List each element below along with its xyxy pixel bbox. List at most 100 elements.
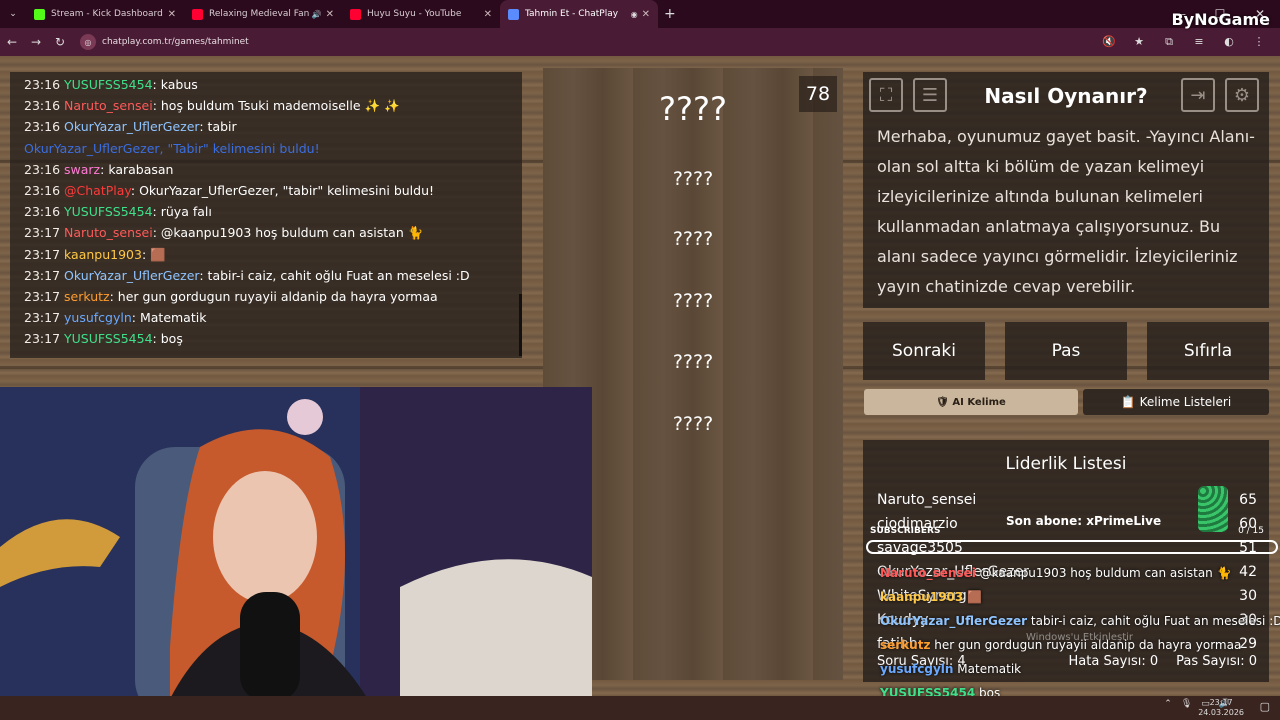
- chat-username[interactable]: @ChatPlay: [64, 183, 131, 198]
- overlay-chat-user: yusufcgyln: [880, 662, 954, 676]
- new-tab-button[interactable]: +: [664, 6, 676, 22]
- chat-username[interactable]: swarz: [64, 162, 100, 177]
- overlay-chat-line: kaanpu1903 🟫: [880, 586, 1280, 610]
- hidden-word: ????: [672, 351, 714, 373]
- mute-icon[interactable]: 🔇: [1094, 28, 1124, 56]
- browser-tab-bar: ⌄ Stream - Kick Dashboard ✕ Relaxing Medie…: [0, 0, 1280, 28]
- chat-text: tabir-i caiz, cahit oğlu Fuat an meseles…: [207, 267, 470, 283]
- overlay-chat-text: tabir-i caiz, cahit oğlu Fuat an meseles…: [1030, 614, 1280, 628]
- chat-text: tabir: [207, 119, 237, 135]
- settings-gear-icon[interactable]: ⚙: [1225, 78, 1259, 112]
- tab-close-icon[interactable]: ✕: [168, 9, 176, 20]
- url-text: chatplay.com.tr/games/tahminet: [102, 37, 249, 47]
- target-word: ????: [659, 90, 727, 128]
- mic-icon[interactable]: 🎙: [1181, 699, 1192, 709]
- chat-username[interactable]: OkurYazar_UflerGezer: [64, 119, 199, 134]
- overlay-chat-user: OkurYazar_UflerGezer: [880, 614, 1028, 628]
- how-to-play-panel: ⛶ ☰ Nasıl Oynanır? ⇥ ⚙ Merhaba, oyunumuz…: [863, 72, 1269, 308]
- chat-text: rüya falı: [160, 204, 212, 220]
- chat-text: hoş buldum Tsuki mademoiselle ✨ ✨: [160, 98, 400, 114]
- chat-text: OkurYazar_UflerGezer, "tabir" kelimesini…: [139, 183, 435, 199]
- clock-time: 23:17: [1209, 698, 1233, 707]
- tab-audio-icon[interactable]: 🔊: [312, 10, 322, 19]
- chat-username[interactable]: kaanpu1903: [64, 247, 142, 262]
- tab-favicon-icon: [350, 8, 361, 20]
- chevron-up-icon[interactable]: ⌃: [1164, 699, 1172, 709]
- reload-icon[interactable]: ↻: [48, 35, 72, 49]
- chat-username[interactable]: OkurYazar_UflerGezer, "Tabir" kelimesini…: [24, 141, 320, 156]
- tab-close-icon[interactable]: ✕: [326, 9, 334, 20]
- microphone: [240, 592, 300, 702]
- chat-message: 23:17 yusufcgyln: Matematik: [24, 310, 207, 326]
- chat-text: karabasan: [108, 161, 174, 177]
- exit-icon[interactable]: ⇥: [1181, 78, 1215, 112]
- browser-tab[interactable]: Stream - Kick Dashboard ✕: [26, 0, 184, 28]
- notification-icon[interactable]: ▢: [1260, 700, 1270, 713]
- windows-taskbar: ⌃ 🎙 ▭ 🔊 23:17 24.03.2026 ▢: [0, 696, 1280, 720]
- chat-username[interactable]: serkutz: [64, 289, 110, 304]
- chat-username[interactable]: YUSUFSS5454: [64, 77, 153, 92]
- plush-toy: [287, 399, 323, 435]
- chat-username[interactable]: Naruto_sensei: [64, 225, 153, 240]
- chat-message: 23:17 YUSUFSS5454: boş: [24, 331, 183, 347]
- chat-username[interactable]: yusufcgyln: [64, 310, 132, 325]
- word-lists-button[interactable]: 📋 Kelime Listeleri: [1083, 389, 1269, 415]
- chat-text: her gun gordugun ruyayii aldanip da hayr…: [117, 289, 438, 305]
- overlay-chat-user: serkutz: [880, 638, 931, 652]
- chat-username[interactable]: YUSUFSS5454: [64, 331, 153, 346]
- chat-message: 23:16 Naruto_sensei: hoş buldum Tsuki ma…: [24, 98, 400, 114]
- chat-message: 23:16 swarz: karabasan: [24, 161, 174, 177]
- chat-message: 23:16 YUSUFSS5454: kabus: [24, 77, 198, 92]
- subscriber-progress-bar: [866, 540, 1278, 554]
- overlay-chat-user: Naruto_sensei: [880, 566, 976, 580]
- tab-title: Relaxing Medieval Fantasy M: [209, 9, 309, 19]
- taskbar-clock[interactable]: 23:17 24.03.2026: [1198, 698, 1244, 718]
- chat-message: OkurYazar_UflerGezer, "Tabir" kelimesini…: [24, 138, 508, 159]
- tab-search-icon[interactable]: ⌄: [0, 0, 26, 28]
- browser-tab[interactable]: Tahmin Et - ChatPlay ◉ ✕: [500, 0, 658, 28]
- overlay-chat-text: @kaanpu1903 hoş buldum can asistan 🐈: [979, 566, 1232, 580]
- chat-username[interactable]: Naruto_sensei: [64, 98, 153, 113]
- playlist-icon[interactable]: ≡: [1184, 28, 1214, 56]
- tab-close-icon[interactable]: ✕: [484, 9, 492, 20]
- webcam-overlay: [0, 387, 592, 720]
- ai-word-button[interactable]: 🛡 AI Kelime: [864, 389, 1078, 415]
- extensions-icon[interactable]: ⧉: [1154, 28, 1184, 56]
- address-bar: ← → ↻ ◎ chatplay.com.tr/games/tahminet 🔇…: [0, 28, 1280, 56]
- chat-message: 23:16 OkurYazar_UflerGezer: tabir: [24, 119, 237, 135]
- back-icon[interactable]: ←: [0, 35, 24, 49]
- chat-username[interactable]: YUSUFSS5454: [64, 204, 153, 219]
- tab-close-icon[interactable]: ✕: [642, 9, 650, 20]
- tab-record-icon[interactable]: ◉: [631, 10, 638, 19]
- overlay-chat-user: kaanpu1903: [880, 590, 964, 604]
- chat-time: 23:16: [24, 98, 61, 114]
- chat-message: 23:16 @ChatPlay: OkurYazar_UflerGezer, "…: [24, 183, 435, 199]
- tab-title: Huyu Suyu - YouTube: [367, 9, 462, 19]
- browser-tab[interactable]: Relaxing Medieval Fantasy M🔊 ✕: [184, 0, 342, 28]
- url-field[interactable]: ◎ chatplay.com.tr/games/tahminet: [80, 34, 249, 50]
- hidden-word: ????: [672, 168, 714, 190]
- leaderboard-title: Liderlik Listesi: [1005, 454, 1127, 474]
- chat-text: Matematik: [139, 310, 207, 326]
- chat-username[interactable]: OkurYazar_UflerGezer: [64, 268, 199, 283]
- profile-icon[interactable]: ◐: [1214, 28, 1244, 56]
- chat-message: 23:17 kaanpu1903: 🟫: [24, 246, 166, 262]
- site-info-icon[interactable]: ◎: [80, 34, 96, 50]
- chat-time: 23:17: [24, 310, 61, 326]
- menu-dots-icon[interactable]: ⋮: [1244, 28, 1274, 56]
- chat-scrollbar[interactable]: [519, 294, 522, 356]
- tab-favicon-icon: [34, 8, 45, 20]
- forward-icon[interactable]: →: [24, 35, 48, 49]
- reset-button[interactable]: Sıfırla: [1147, 322, 1269, 380]
- overlay-chat-line: OkurYazar_UflerGezer tabir-i caiz, cahit…: [880, 610, 1280, 634]
- chat-text: kabus: [160, 77, 198, 92]
- bookmark-star-icon[interactable]: ★: [1124, 28, 1154, 56]
- chat-time: 23:17: [24, 331, 61, 347]
- chat-time: 23:16: [24, 77, 61, 92]
- overlay-chat-text: Matematik: [957, 662, 1022, 676]
- chat-message: 23:16 YUSUFSS5454: rüya falı: [24, 204, 212, 220]
- next-button[interactable]: Sonraki: [863, 322, 985, 380]
- browser-tab[interactable]: Huyu Suyu - YouTube ✕: [342, 0, 500, 28]
- pass-button[interactable]: Pas: [1005, 322, 1127, 380]
- chat-time: 23:16: [24, 161, 61, 177]
